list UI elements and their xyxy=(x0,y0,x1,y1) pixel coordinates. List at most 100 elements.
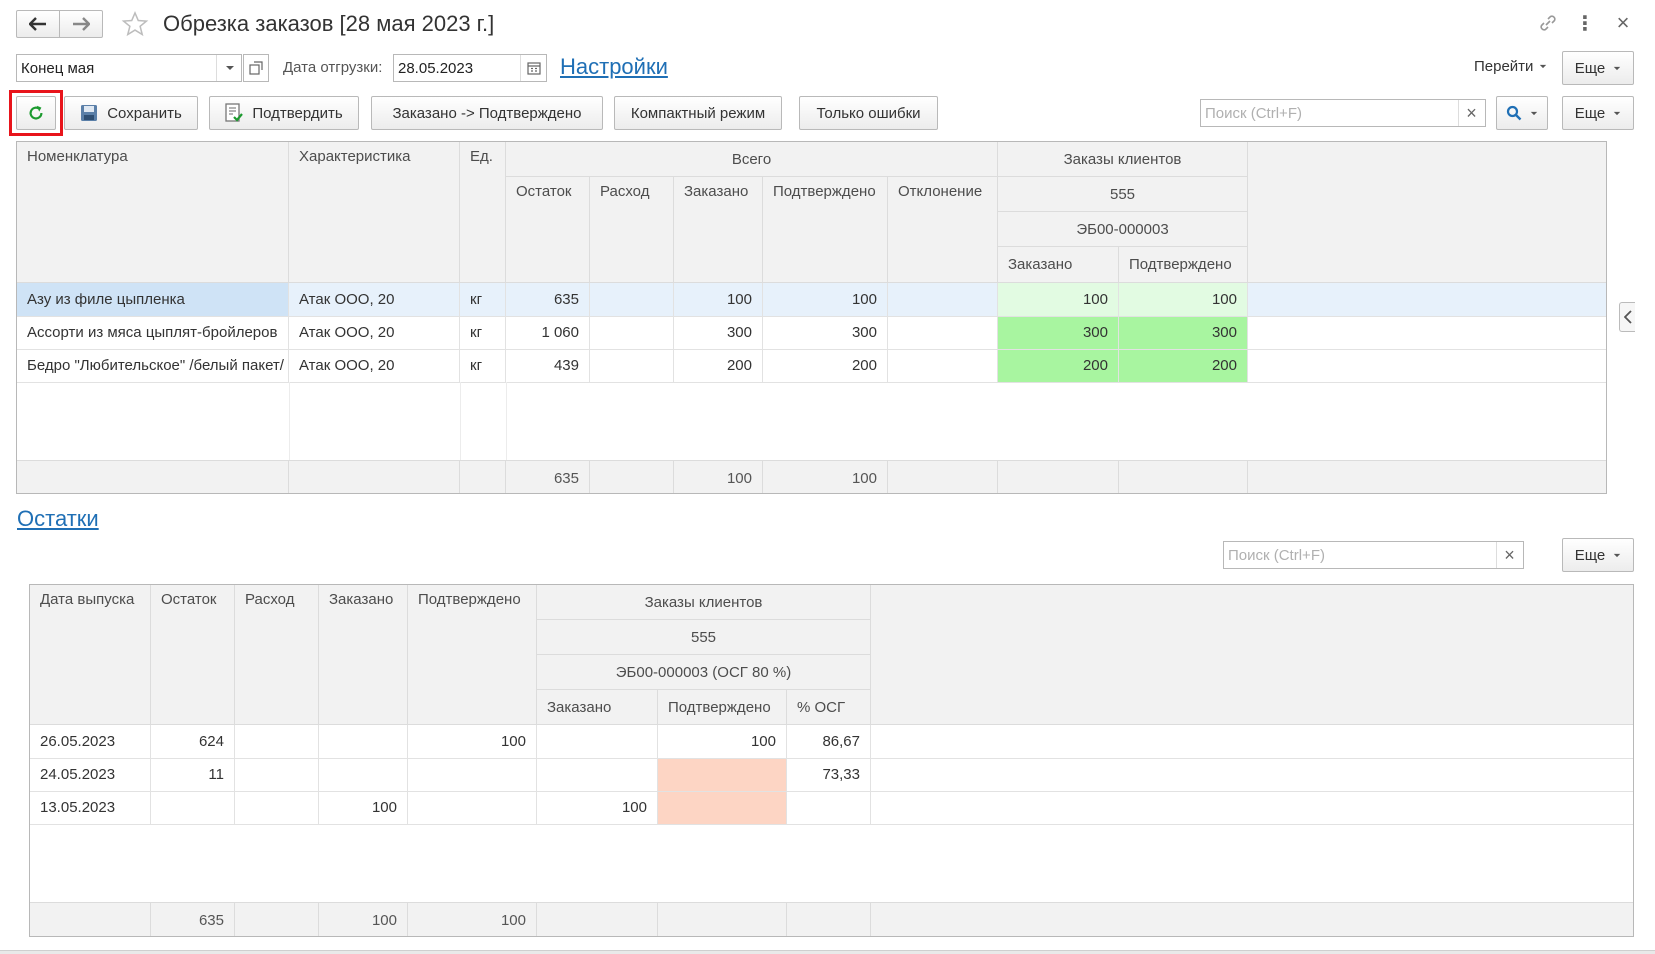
cell-deviation[interactable] xyxy=(888,316,998,349)
cell-unit[interactable]: кг xyxy=(460,349,506,382)
cell-remainder[interactable]: 635 xyxy=(506,283,590,316)
cell-unit[interactable]: кг xyxy=(460,316,506,349)
cell-confirmed[interactable] xyxy=(408,791,537,824)
cell-deviation[interactable] xyxy=(888,283,998,316)
clear-search-icon[interactable]: × xyxy=(1458,100,1484,126)
confirm-button[interactable]: Подтвердить xyxy=(209,96,359,130)
cell-nomenclature[interactable]: Азу из филе цыпленка xyxy=(17,283,289,316)
cell-expense[interactable] xyxy=(235,791,319,824)
cell-client-confirmed[interactable]: 300 xyxy=(1119,316,1248,349)
back-button[interactable] xyxy=(16,10,60,38)
remainders-search-input[interactable]: Поиск (Ctrl+F) xyxy=(1223,541,1524,569)
col-unit[interactable]: Ед. xyxy=(460,142,506,283)
clear-search-icon[interactable]: × xyxy=(1496,542,1522,568)
col-nomenclature[interactable]: Номенклатура xyxy=(17,142,289,283)
cell-confirmed[interactable]: 100 xyxy=(408,725,537,758)
col-client-confirmed[interactable]: Подтверждено xyxy=(1119,247,1248,283)
col-release-date[interactable]: Дата выпуска xyxy=(30,585,151,725)
cell-osg[interactable]: 73,33 xyxy=(787,758,871,791)
link-icon[interactable] xyxy=(1535,10,1561,36)
orders-grid[interactable]: Номенклатура Характеристика Ед. Всего Ос… xyxy=(16,141,1607,494)
cell-ordered[interactable]: 100 xyxy=(319,791,408,824)
chevron-down-icon[interactable] xyxy=(216,55,242,81)
col-characteristic[interactable]: Характеристика xyxy=(289,142,460,283)
cell-client-ordered[interactable] xyxy=(537,758,658,791)
favorite-star-icon[interactable] xyxy=(120,9,150,39)
cell-ordered[interactable] xyxy=(319,758,408,791)
cell-client-confirmed[interactable]: 100 xyxy=(1119,283,1248,316)
open-icon[interactable] xyxy=(243,54,269,82)
col-deviation[interactable]: Отклонение xyxy=(888,177,998,283)
goto-menu[interactable]: Перейти xyxy=(1474,58,1547,75)
search-options-button[interactable] xyxy=(1496,96,1548,130)
cell-confirmed[interactable]: 300 xyxy=(763,316,888,349)
cell-client-ordered[interactable] xyxy=(537,725,658,758)
compact-mode-button[interactable]: Компактный режим xyxy=(614,96,782,130)
cell-expense[interactable] xyxy=(590,349,674,382)
cell-remainder[interactable]: 1 060 xyxy=(506,316,590,349)
cell-nomenclature[interactable]: Бедро "Любительское" /белый пакет/ xyxy=(17,349,289,382)
cell-characteristic[interactable]: Атак ООО, 20 xyxy=(289,316,460,349)
cell-release-date[interactable]: 24.05.2023 xyxy=(30,758,151,791)
cell-expense[interactable] xyxy=(590,283,674,316)
collapse-panel-button[interactable] xyxy=(1619,302,1635,332)
only-errors-button[interactable]: Только ошибки xyxy=(799,96,938,130)
cell-expense[interactable] xyxy=(235,725,319,758)
cell-confirmed[interactable] xyxy=(408,758,537,791)
col-ordered[interactable]: Заказано xyxy=(674,177,763,283)
cell-remainder[interactable]: 11 xyxy=(151,758,235,791)
remainders-link[interactable]: Остатки xyxy=(17,506,99,532)
col-client-ordered[interactable]: Заказано xyxy=(998,247,1119,283)
more-button-remainders[interactable]: Еще xyxy=(1562,538,1634,572)
cell-remainder[interactable]: 624 xyxy=(151,725,235,758)
settings-link[interactable]: Настройки xyxy=(560,54,668,80)
cell-confirmed[interactable]: 200 xyxy=(763,349,888,382)
more-vertical-icon[interactable]: ⋮ xyxy=(1572,10,1598,36)
cell-client-confirmed[interactable] xyxy=(658,758,787,791)
cell-ordered[interactable]: 100 xyxy=(674,283,763,316)
col-expense[interactable]: Расход xyxy=(235,585,319,725)
cell-client-ordered[interactable]: 300 xyxy=(998,316,1119,349)
calendar-icon[interactable] xyxy=(520,55,546,81)
cell-osg[interactable] xyxy=(787,791,871,824)
cell-client-confirmed[interactable]: 200 xyxy=(1119,349,1248,382)
cell-remainder[interactable]: 439 xyxy=(506,349,590,382)
period-select[interactable]: Конец мая xyxy=(16,54,242,82)
cell-client-ordered[interactable]: 100 xyxy=(537,791,658,824)
col-osg[interactable]: % ОСГ xyxy=(787,690,871,725)
remainders-grid[interactable]: Дата выпуска Остаток Расход Заказано Под… xyxy=(29,584,1634,937)
cell-release-date[interactable]: 13.05.2023 xyxy=(30,791,151,824)
refresh-button[interactable] xyxy=(16,96,56,130)
col-remainder[interactable]: Остаток xyxy=(506,177,590,283)
cell-remainder[interactable] xyxy=(151,791,235,824)
col-expense[interactable]: Расход xyxy=(590,177,674,283)
cell-osg[interactable]: 86,67 xyxy=(787,725,871,758)
cell-client-ordered[interactable]: 200 xyxy=(998,349,1119,382)
search-input[interactable]: Поиск (Ctrl+F) xyxy=(1200,99,1486,127)
save-button[interactable]: Сохранить xyxy=(64,96,198,130)
col-confirmed[interactable]: Подтверждено xyxy=(763,177,888,283)
cell-client-ordered[interactable]: 100 xyxy=(998,283,1119,316)
more-button-toolbar[interactable]: Еще xyxy=(1562,96,1634,130)
col-confirmed[interactable]: Подтверждено xyxy=(408,585,537,725)
cell-unit[interactable]: кг xyxy=(460,283,506,316)
cell-expense[interactable] xyxy=(235,758,319,791)
cell-confirmed[interactable]: 100 xyxy=(763,283,888,316)
col-client-confirmed[interactable]: Подтверждено xyxy=(658,690,787,725)
cell-expense[interactable] xyxy=(590,316,674,349)
cell-ordered[interactable]: 200 xyxy=(674,349,763,382)
ordered-to-confirmed-button[interactable]: Заказано -> Подтверждено xyxy=(371,96,603,130)
cell-deviation[interactable] xyxy=(888,349,998,382)
cell-client-confirmed[interactable] xyxy=(658,791,787,824)
cell-characteristic[interactable]: Атак ООО, 20 xyxy=(289,349,460,382)
cell-ordered[interactable]: 300 xyxy=(674,316,763,349)
col-client-ordered[interactable]: Заказано xyxy=(537,690,658,725)
cell-release-date[interactable]: 26.05.2023 xyxy=(30,725,151,758)
forward-button[interactable] xyxy=(59,10,103,38)
cell-client-confirmed[interactable]: 100 xyxy=(658,725,787,758)
close-icon[interactable]: × xyxy=(1610,10,1636,36)
col-ordered[interactable]: Заказано xyxy=(319,585,408,725)
cell-nomenclature[interactable]: Ассорти из мяса цыплят-бройлеров xyxy=(17,316,289,349)
cell-ordered[interactable] xyxy=(319,725,408,758)
more-button-top[interactable]: Еще xyxy=(1562,51,1634,85)
